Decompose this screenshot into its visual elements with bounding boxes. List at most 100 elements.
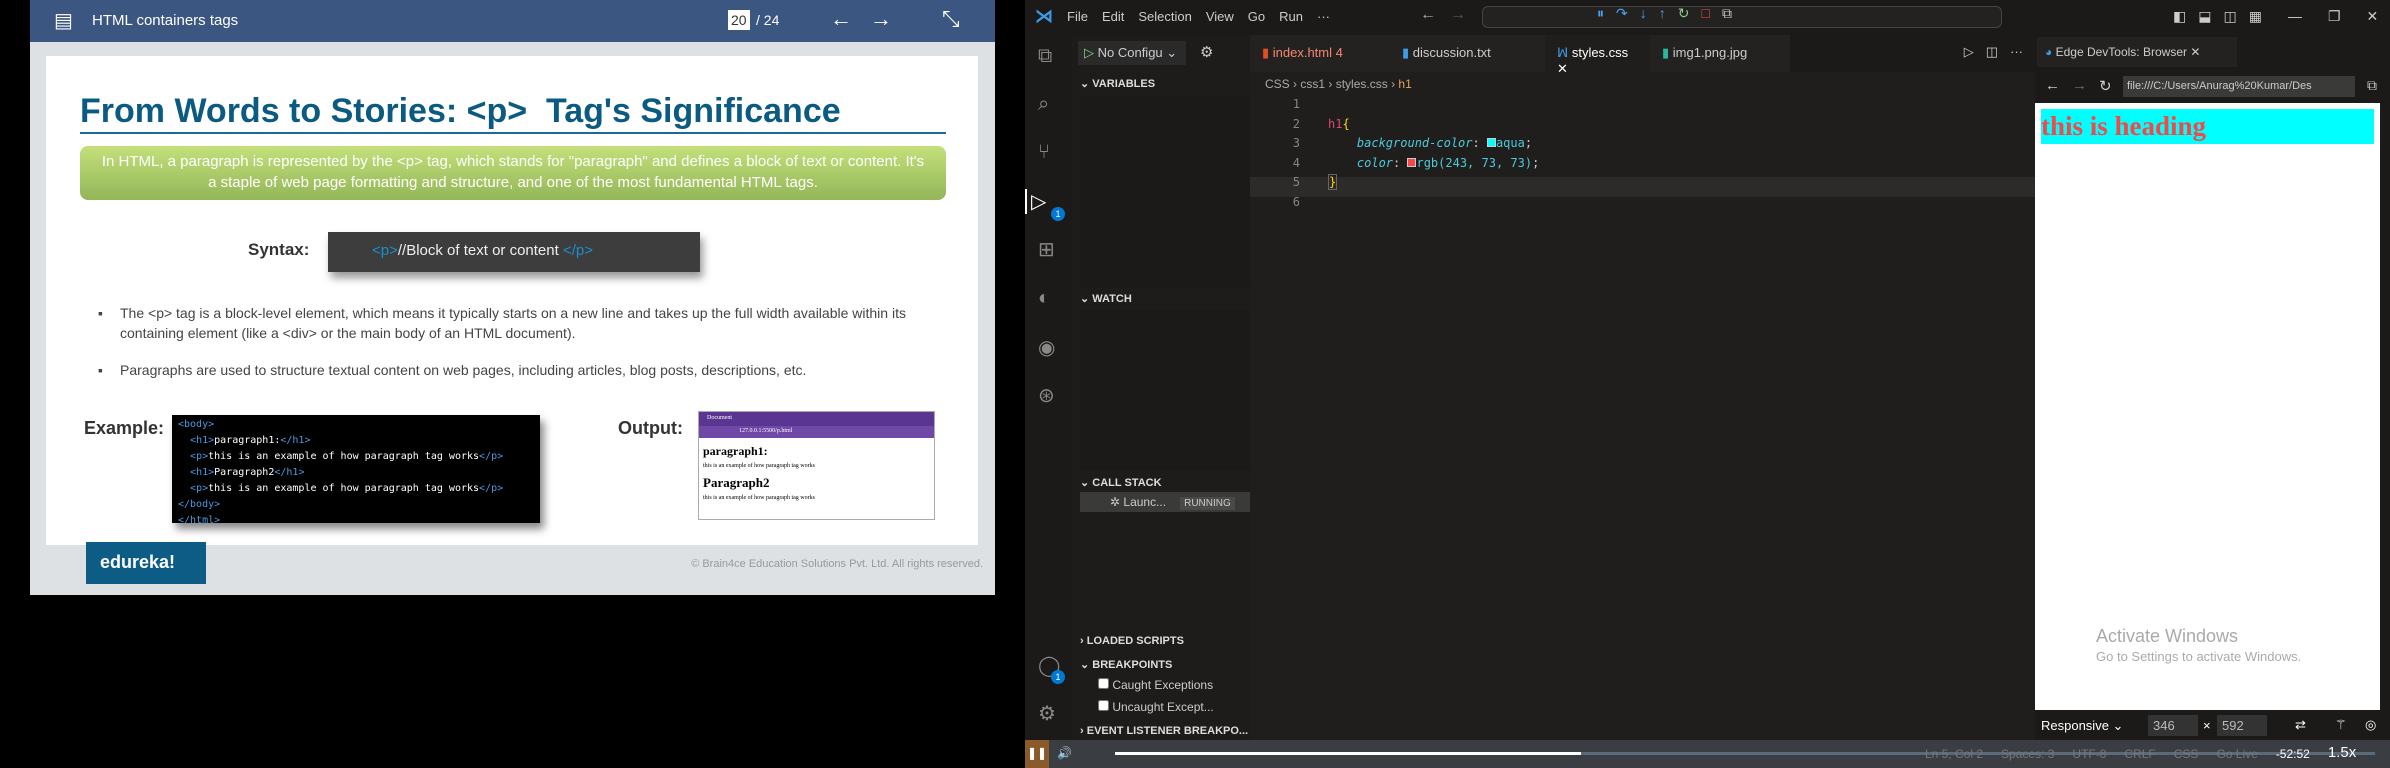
volume-icon[interactable]: 🔊: [1057, 746, 1072, 760]
code-editor[interactable]: 1 2 h1{3 background-color: aqua; 4 color: r…: [1270, 95, 1540, 212]
run-debug-icon[interactable]: ▷: [1025, 189, 1046, 214]
output-tab: Document: [699, 412, 934, 426]
start-debug-icon[interactable]: ▷: [1084, 45, 1098, 60]
width-input[interactable]: 346: [2148, 715, 2198, 736]
emulation-icon[interactable]: ⚚: [2335, 717, 2347, 733]
menu-item[interactable]: Run: [1279, 9, 1303, 24]
rotate-icon[interactable]: ⇄: [2295, 717, 2306, 733]
browser-viewport: this is heading Activate Windows Go to S…: [2035, 103, 2380, 710]
line-number: 4: [1292, 155, 1300, 170]
slide-content: From Words to Stories: <p> Tag's Signifi…: [46, 56, 978, 545]
call-stack-item[interactable]: ✲ Launc... RUNNING: [1080, 492, 1250, 512]
section-call-stack[interactable]: ⌄ CALL STACK: [1080, 476, 1162, 489]
cursor-position[interactable]: Ln 5, Col 2: [1925, 747, 1983, 761]
layout-icon[interactable]: ▦: [2249, 8, 2262, 25]
close-tab-icon[interactable]: ✕: [1557, 61, 1568, 76]
device-select[interactable]: Responsive ⌄: [2041, 718, 2123, 734]
toggle-sidebar-icon[interactable]: ◧: [2173, 8, 2186, 25]
bp-uncaught[interactable]: Uncaught Except...: [1098, 700, 1214, 714]
menu-item[interactable]: File: [1067, 9, 1088, 24]
close-tab-icon[interactable]: ✕: [2190, 45, 2200, 59]
browser-back-icon[interactable]: ←: [2045, 77, 2060, 94]
vscode-window: ⋊ File Edit Selection View Go Run ··· ← → ⏸ ↷ ↓ ↑…: [1025, 0, 2390, 768]
browser-url-input[interactable]: file:///C:/Users/Anurag%20Kumar/Des: [2123, 76, 2355, 97]
settings-gear-icon[interactable]: ⚙: [1038, 701, 1056, 726]
encoding[interactable]: UTF-8: [2072, 747, 2106, 761]
toggle-secondary-icon[interactable]: ◫: [2223, 8, 2236, 25]
page-number-input[interactable]: 20: [728, 10, 750, 30]
browser-reload-icon[interactable]: ↻: [2099, 77, 2112, 95]
command-center[interactable]: [1482, 6, 2002, 28]
output-h1: Paragraph2: [703, 475, 770, 490]
screencast-icon[interactable]: ⧉: [2367, 77, 2377, 94]
output-url: 127.0.0.1:5500/p.html: [699, 426, 934, 438]
nav-back-icon[interactable]: ←: [1420, 6, 1436, 24]
output-p: this is an example of how paragraph tag …: [703, 495, 815, 501]
git-graph-icon[interactable]: ⊛: [1038, 383, 1055, 408]
indentation[interactable]: Spaces: 3: [2001, 747, 2054, 761]
slide-header-title: HTML containers tags: [92, 12, 239, 29]
prev-slide-icon[interactable]: ←: [830, 6, 852, 32]
menu-item[interactable]: Go: [1248, 9, 1265, 24]
debug-sidebar: ▷ No Configu ⌄ ⚙ ⌄ VARIABLES ⌄ WATCH ⌄ C…: [1072, 35, 1250, 740]
source-control-icon[interactable]: ⑂: [1038, 141, 1050, 164]
step-out-icon[interactable]: ↑: [1659, 5, 1666, 22]
devtools-tab[interactable]: ◕ Edge DevTools: Browser ✕: [2037, 37, 2237, 67]
restart-icon[interactable]: ↻: [1678, 5, 1690, 22]
split-editor-icon[interactable]: ◫: [1986, 44, 1998, 63]
section-variables[interactable]: ⌄ VARIABLES: [1080, 77, 1155, 90]
section-breakpoints[interactable]: ⌄ BREAKPOINTS: [1080, 658, 1172, 671]
section-watch[interactable]: ⌄ WATCH: [1080, 292, 1132, 305]
nav-forward-icon[interactable]: →: [1450, 6, 1466, 24]
explorer-icon[interactable]: ⧉: [1038, 45, 1052, 68]
restore-icon[interactable]: ❐: [2328, 8, 2341, 25]
menu-item[interactable]: ···: [1317, 9, 1330, 24]
step-over-icon[interactable]: ↷: [1616, 5, 1628, 22]
playback-speed[interactable]: 1.5x: [2328, 744, 2356, 761]
stop-icon[interactable]: □: [1701, 5, 1709, 22]
media-pause-icon[interactable]: ❚❚: [1025, 740, 1049, 768]
minimize-icon[interactable]: —: [2288, 8, 2302, 25]
edge-icon[interactable]: ◐: [1038, 287, 1050, 310]
menu-item[interactable]: View: [1206, 9, 1234, 24]
browser-forward-icon[interactable]: →: [2072, 77, 2087, 94]
next-slide-icon[interactable]: →: [870, 6, 892, 32]
search-icon[interactable]: ⌕: [1038, 93, 1049, 116]
extensions-icon[interactable]: ⊞: [1038, 237, 1055, 262]
pause-icon[interactable]: ⏸: [1597, 5, 1604, 22]
menu-item[interactable]: Edit: [1102, 9, 1124, 24]
run-icon[interactable]: ▷: [1964, 44, 1974, 63]
toggle-panel-icon[interactable]: ⬓: [2198, 8, 2211, 25]
run-config-select[interactable]: ▷ No Configu ⌄: [1078, 41, 1186, 65]
uncaught-checkbox[interactable]: [1098, 700, 1109, 711]
inspect-icon[interactable]: ⧉: [1722, 5, 1732, 22]
language-mode[interactable]: CSS: [2174, 747, 2199, 761]
bp-caught[interactable]: Caught Exceptions: [1098, 678, 1213, 692]
tab-img1[interactable]: ▮ img1.png.jpg: [1650, 35, 1790, 72]
editor-line: 5}: [1270, 173, 1539, 193]
tab-styles-css[interactable]: ꟽ styles.css ✕: [1545, 35, 1650, 76]
editor-line: 4 color: rgb(243, 73, 73);: [1270, 154, 1540, 174]
go-live[interactable]: Go Live: [2216, 747, 2257, 761]
vision-icon[interactable]: ◎: [2365, 717, 2376, 733]
step-into-icon[interactable]: ↓: [1640, 5, 1647, 22]
close-window-icon[interactable]: ✕: [2367, 8, 2379, 25]
tab-discussion-txt[interactable]: ▮ discussion.txt: [1390, 35, 1545, 72]
section-loaded-scripts[interactable]: › LOADED SCRIPTS: [1080, 635, 1184, 647]
github-icon[interactable]: ◉: [1038, 335, 1055, 360]
code-line: <body>: [178, 419, 215, 430]
line-number: 5: [1292, 175, 1300, 189]
caught-checkbox[interactable]: [1098, 678, 1109, 689]
menu-item[interactable]: Selection: [1138, 9, 1191, 24]
exit-fullscreen-icon[interactable]: ⤡: [942, 6, 960, 32]
line-ending[interactable]: CRLF: [2124, 747, 2155, 761]
height-input[interactable]: 592: [2217, 715, 2267, 736]
page-total: / 24: [756, 12, 780, 28]
output-p: this is an example of how paragraph tag …: [703, 463, 815, 469]
section-event-listener[interactable]: › EVENT LISTENER BREAKPO...: [1080, 725, 1248, 737]
edureka-logo: edureka!: [86, 542, 206, 584]
tab-index-html[interactable]: ▮ index.html 4: [1250, 35, 1390, 72]
debug-settings-icon[interactable]: ⚙: [1200, 43, 1213, 61]
more-icon[interactable]: ···: [2010, 44, 2023, 63]
editor-group: ▮ index.html 4 ▮ discussion.txt ꟽ styles…: [1250, 35, 2035, 740]
